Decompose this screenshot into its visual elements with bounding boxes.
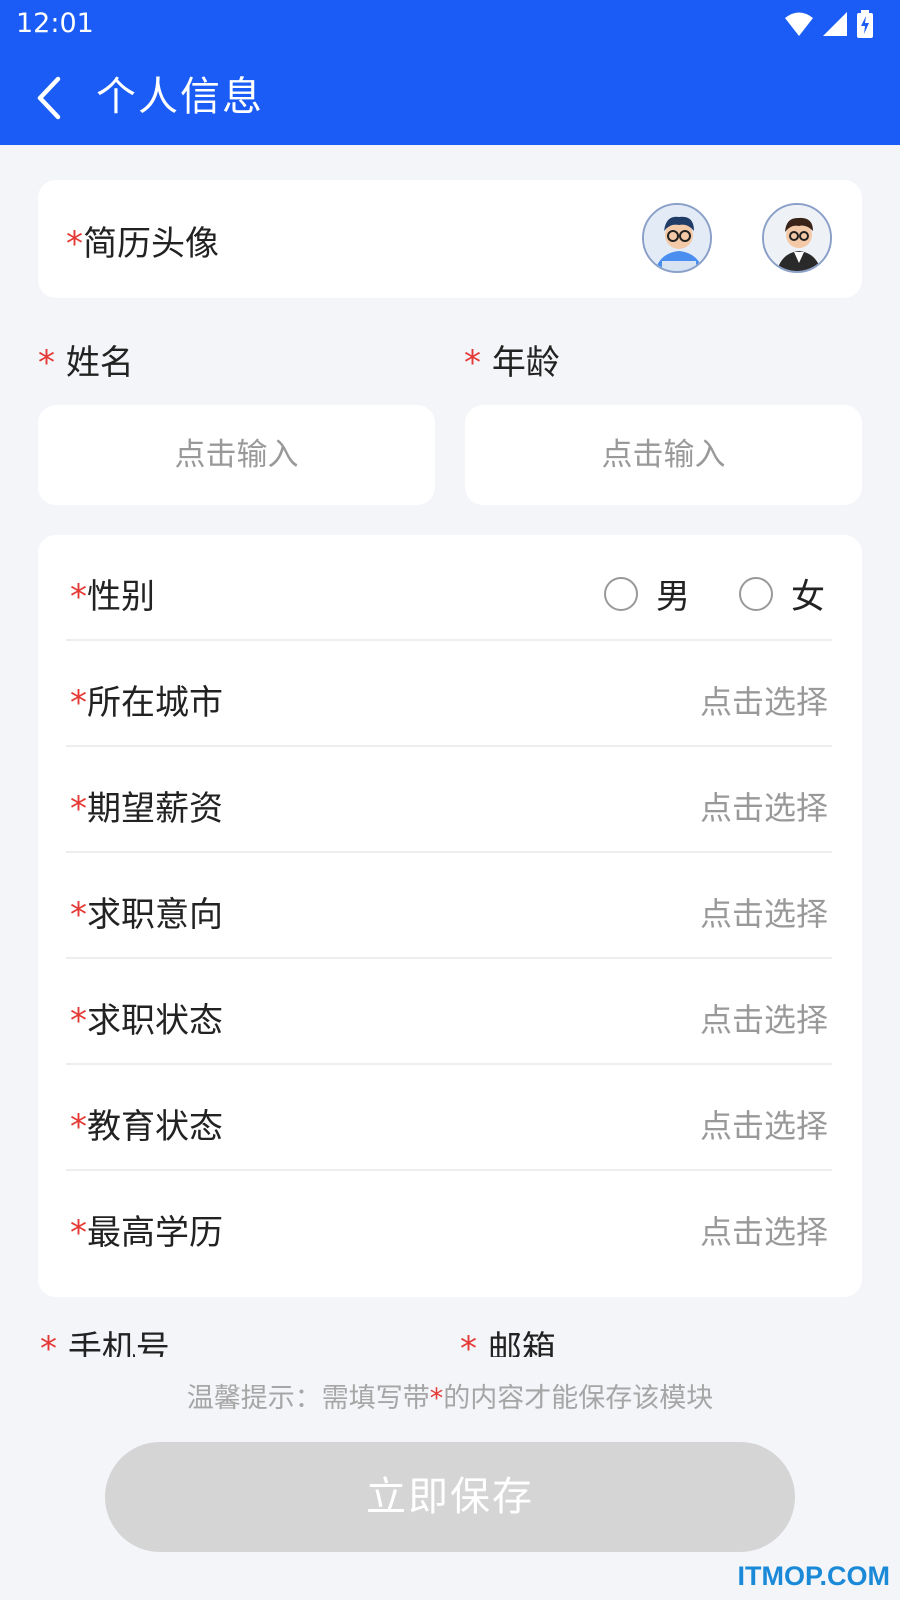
degree-label: *最高学历 bbox=[70, 1205, 223, 1254]
email-label-text: 邮箱 bbox=[487, 1329, 556, 1357]
required-mark: * bbox=[70, 1213, 87, 1253]
phone-label: * 手机号 bbox=[40, 1325, 170, 1357]
salary-label: *期望薪资 bbox=[70, 781, 223, 830]
salary-label-text: 期望薪资 bbox=[87, 789, 223, 829]
hint-required-mark: * bbox=[429, 1383, 444, 1414]
age-input[interactable]: 点击输入 bbox=[465, 405, 862, 505]
phone-label-text: 手机号 bbox=[67, 1329, 170, 1357]
intention-label-text: 求职意向 bbox=[87, 895, 223, 935]
hint-text: 温馨提示：需填写带*的内容才能保存该模块 bbox=[0, 1376, 900, 1415]
app-bar: 个人信息 bbox=[0, 50, 900, 145]
avatar-card: *简历头像 bbox=[38, 180, 862, 298]
required-mark: * bbox=[70, 789, 87, 829]
city-select[interactable]: 点击选择 bbox=[700, 677, 828, 723]
gender-option-label: 男 bbox=[656, 577, 690, 617]
hint-suffix: 的内容才能保存该模块 bbox=[443, 1383, 714, 1414]
job-status-select[interactable]: 点击选择 bbox=[700, 995, 828, 1041]
page-title: 个人信息 bbox=[96, 74, 264, 120]
gender-option-female[interactable]: 女 bbox=[739, 569, 825, 618]
job-status-row[interactable]: *求职状态 点击选择 bbox=[66, 959, 832, 1065]
name-input[interactable]: 点击输入 bbox=[38, 405, 435, 505]
required-mark: * bbox=[38, 343, 55, 383]
edu-status-row[interactable]: *教育状态 点击选择 bbox=[66, 1065, 832, 1171]
avatar-label-text: 简历头像 bbox=[83, 224, 219, 264]
gender-row: *性别 男 女 bbox=[66, 535, 832, 641]
battery-charging-icon bbox=[857, 10, 873, 38]
salary-select[interactable]: 点击选择 bbox=[700, 783, 828, 829]
edu-status-label-text: 教育状态 bbox=[87, 1107, 223, 1147]
male-avatar-black-suit bbox=[764, 205, 830, 271]
required-mark: * bbox=[70, 577, 87, 617]
gender-option-label: 女 bbox=[791, 577, 825, 617]
job-status-label: *求职状态 bbox=[70, 993, 223, 1042]
status-time: 12:01 bbox=[16, 8, 94, 39]
job-status-label-text: 求职状态 bbox=[87, 1001, 223, 1041]
required-mark: * bbox=[460, 1329, 477, 1357]
profile-form-card: *性别 男 女 *所在城市 点击选择 *期望薪资 点击选择 *求职意向 点击选择… bbox=[38, 535, 862, 1297]
required-mark: * bbox=[464, 343, 481, 383]
age-label-text: 年龄 bbox=[491, 343, 560, 383]
gender-option-male[interactable]: 男 bbox=[604, 569, 690, 618]
required-mark: * bbox=[70, 683, 87, 723]
city-row[interactable]: *所在城市 点击选择 bbox=[66, 641, 832, 747]
degree-row[interactable]: *最高学历 点击选择 bbox=[66, 1171, 832, 1277]
back-button[interactable] bbox=[24, 70, 74, 125]
edu-status-select[interactable]: 点击选择 bbox=[700, 1101, 828, 1147]
gender-label: *性别 bbox=[70, 569, 155, 618]
male-avatar-blue-shirt bbox=[644, 205, 710, 271]
degree-select[interactable]: 点击选择 bbox=[700, 1207, 828, 1253]
avatar-label: *简历头像 bbox=[66, 216, 219, 265]
city-label-text: 所在城市 bbox=[87, 683, 223, 723]
city-label: *所在城市 bbox=[70, 675, 223, 724]
name-label: * 姓名 bbox=[38, 335, 134, 384]
signal-icon bbox=[823, 12, 847, 36]
name-label-text: 姓名 bbox=[65, 343, 134, 383]
required-mark: * bbox=[70, 895, 87, 935]
avatar-option-1[interactable] bbox=[642, 203, 712, 273]
radio-circle-icon bbox=[739, 576, 773, 611]
age-label: * 年龄 bbox=[464, 335, 560, 384]
status-bar: 12:01 bbox=[0, 0, 900, 50]
intention-row[interactable]: *求职意向 点击选择 bbox=[66, 853, 832, 959]
radio-circle-icon bbox=[604, 576, 638, 611]
required-mark: * bbox=[70, 1107, 87, 1147]
status-icons bbox=[784, 10, 874, 38]
salary-row[interactable]: *期望薪资 点击选择 bbox=[66, 747, 832, 853]
required-mark: * bbox=[66, 224, 83, 264]
avatar-option-2[interactable] bbox=[762, 203, 832, 273]
degree-label-text: 最高学历 bbox=[87, 1213, 223, 1253]
watermark: ITMOP.COM bbox=[737, 1561, 890, 1591]
required-mark: * bbox=[40, 1329, 57, 1357]
email-label: * 邮箱 bbox=[460, 1325, 556, 1357]
gender-label-text: 性别 bbox=[87, 577, 155, 617]
intention-label: *求职意向 bbox=[70, 887, 223, 936]
wifi-icon bbox=[785, 12, 813, 36]
hint-prefix: 温馨提示：需填写带 bbox=[186, 1383, 430, 1414]
save-button[interactable]: 立即保存 bbox=[105, 1442, 795, 1552]
edu-status-label: *教育状态 bbox=[70, 1099, 223, 1148]
intention-select[interactable]: 点击选择 bbox=[700, 889, 828, 935]
required-mark: * bbox=[70, 1001, 87, 1041]
chevron-left-icon bbox=[37, 76, 61, 119]
